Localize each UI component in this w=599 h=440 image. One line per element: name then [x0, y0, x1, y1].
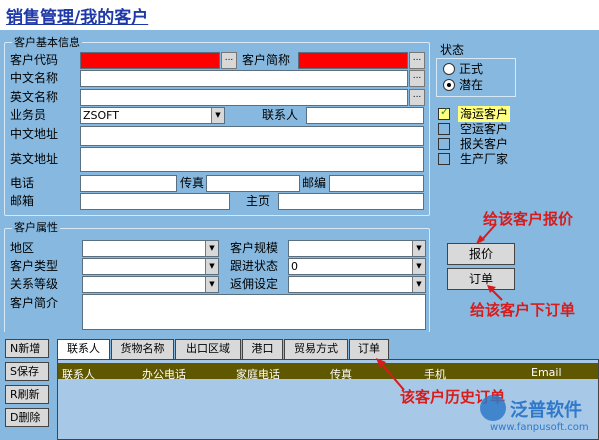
english-name-input[interactable] [80, 89, 408, 106]
customs-customer-label: 报关客户 [460, 137, 509, 151]
fax-input[interactable] [206, 175, 300, 192]
follow-status-label: 跟进状态 [230, 259, 279, 273]
salesman-label: 业务员 [10, 108, 47, 122]
sea-customer-label: 海运客户 [458, 106, 511, 122]
intro-label: 客户简介 [10, 296, 59, 310]
intro-textarea[interactable] [82, 294, 426, 330]
sea-customer-checkbox[interactable]: ✓ [438, 105, 450, 120]
chevron-down-icon[interactable]: ▼ [412, 241, 425, 256]
tab-export-region[interactable]: 出口区域 [175, 339, 241, 359]
status-potential-label: 潜在 [459, 78, 484, 92]
en-address-label: 英文地址 [10, 152, 59, 166]
region-select[interactable]: ▼ [82, 240, 219, 257]
column-header-email: Email [531, 366, 562, 379]
follow-status-select[interactable]: 0 ▼ [288, 258, 426, 275]
chinese-name-input[interactable] [80, 70, 408, 87]
cn-address-input[interactable] [80, 126, 424, 146]
manufacturer-checkbox[interactable] [438, 153, 450, 165]
tab-goods[interactable]: 货物名称 [111, 339, 174, 359]
refresh-button[interactable]: R刷新 [5, 385, 49, 404]
email-input[interactable] [80, 193, 230, 210]
status-formal-radio[interactable] [443, 63, 455, 75]
history-arrow-icon [376, 358, 405, 391]
phone-input[interactable] [80, 175, 177, 192]
status-formal-label: 正式 [459, 62, 484, 76]
column-header-mobile: 手机 [424, 368, 446, 381]
attributes-legend: 客户属性 [12, 221, 60, 234]
email-label: 邮箱 [10, 194, 35, 208]
chevron-down-icon[interactable]: ▼ [412, 277, 425, 292]
tab-contacts[interactable]: 联系人 [57, 339, 110, 359]
column-header-fax: 传真 [330, 368, 352, 381]
cn-address-label: 中文地址 [10, 127, 59, 141]
add-button[interactable]: N新增 [5, 339, 49, 358]
scale-select[interactable]: ▼ [288, 240, 426, 257]
fanpu-logo-icon [480, 395, 506, 421]
relation-level-select[interactable]: ▼ [82, 276, 219, 293]
air-customer-label: 空运客户 [460, 122, 509, 136]
postcode-input[interactable] [329, 175, 424, 192]
save-button[interactable]: S保存 [5, 362, 49, 381]
table-header [58, 363, 598, 379]
return-setting-label: 返佣设定 [230, 277, 279, 291]
watermark-brand: 泛普软件 [510, 400, 582, 421]
contact-label: 联系人 [262, 108, 299, 122]
quote-button[interactable]: 报价 [447, 243, 515, 265]
salesman-value: ZSOFT [83, 109, 120, 122]
column-header-contact: 联系人 [62, 368, 95, 381]
homepage-label: 主页 [246, 194, 271, 208]
en-address-input[interactable] [80, 147, 424, 172]
contact-input[interactable] [306, 107, 424, 124]
return-setting-select[interactable]: ▼ [288, 276, 426, 293]
customer-type-select[interactable]: ▼ [82, 258, 219, 275]
order-arrow-icon [487, 285, 503, 301]
fax-label: 传真 [180, 176, 205, 190]
chevron-down-icon[interactable]: ▼ [205, 259, 218, 274]
tab-trade-mode[interactable]: 贸易方式 [284, 339, 348, 359]
chinese-name-lookup-button[interactable]: ... [409, 70, 425, 87]
chevron-down-icon[interactable]: ▼ [205, 241, 218, 256]
chevron-down-icon[interactable]: ▼ [412, 259, 425, 274]
quote-arrow-icon [476, 223, 497, 244]
postcode-label: 邮编 [302, 176, 327, 190]
scale-label: 客户规模 [230, 241, 279, 255]
customer-code-lookup-button[interactable]: ... [221, 52, 237, 69]
english-name-lookup-button[interactable]: ... [409, 89, 425, 106]
basic-info-legend: 客户基本信息 [12, 36, 82, 49]
radio-dot-icon [447, 83, 451, 87]
salesman-select[interactable]: ZSOFT ▼ [80, 107, 225, 124]
status-potential-radio[interactable] [443, 79, 455, 91]
customer-code-input[interactable] [80, 52, 220, 69]
watermark-url: www.fanpusoft.com [490, 422, 589, 433]
customer-short-input[interactable] [298, 52, 408, 69]
phone-label: 电话 [10, 176, 35, 190]
region-label: 地区 [10, 241, 35, 255]
air-customer-checkbox[interactable] [438, 123, 450, 135]
follow-status-value: 0 [291, 260, 298, 273]
chevron-down-icon[interactable]: ▼ [211, 108, 224, 123]
customer-code-label: 客户代码 [10, 53, 59, 67]
homepage-input[interactable] [278, 193, 424, 210]
relation-level-label: 关系等级 [10, 277, 59, 291]
column-header-home-phone: 家庭电话 [236, 368, 280, 381]
checkmark-icon: ✓ [440, 105, 450, 118]
manufacturer-label: 生产厂家 [460, 152, 509, 166]
customer-type-label: 客户类型 [10, 259, 59, 273]
delete-button[interactable]: D删除 [5, 408, 49, 427]
chinese-name-label: 中文名称 [10, 71, 59, 85]
english-name-label: 英文名称 [10, 90, 59, 104]
tab-port[interactable]: 港口 [242, 339, 283, 359]
customer-short-lookup-button[interactable]: ... [409, 52, 425, 69]
customer-short-label: 客户简称 [242, 53, 291, 67]
status-label: 状态 [440, 43, 465, 57]
chevron-down-icon[interactable]: ▼ [205, 277, 218, 292]
page-title: 销售管理/我的客户 [6, 8, 149, 28]
column-header-office-phone: 办公电话 [142, 368, 186, 381]
customs-customer-checkbox[interactable] [438, 138, 450, 150]
